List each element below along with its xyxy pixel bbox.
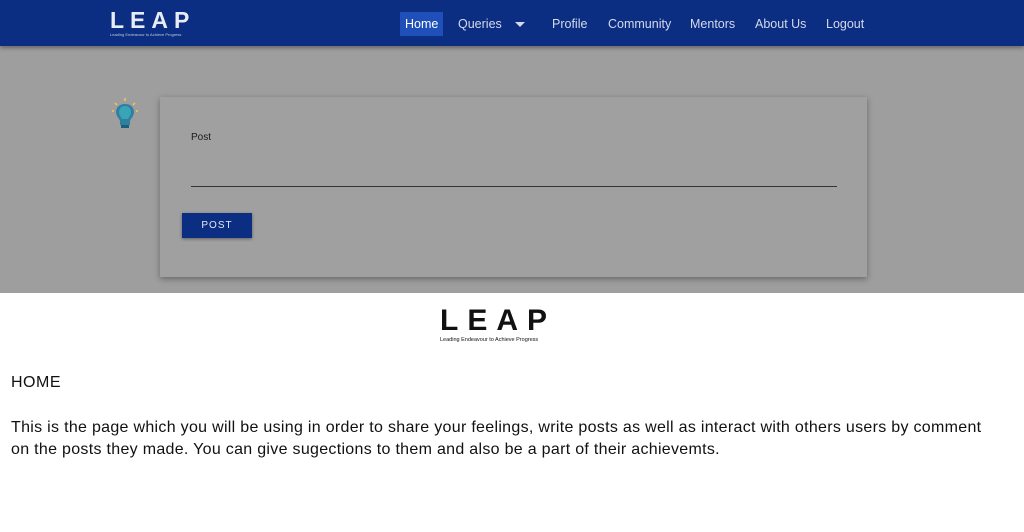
brand-name: LEAP [110,7,196,33]
doc-logo-name: LEAP [440,304,557,337]
doc-logo: LEAP Leading Endeavour to Achieve Progre… [440,305,560,347]
post-card: Post POST [160,97,867,277]
description-heading: HOME [11,374,61,391]
nav-item-queries[interactable]: Queries [458,12,502,36]
post-button[interactable]: POST [182,213,252,238]
caret-down-icon[interactable] [515,22,525,27]
nav-item-profile[interactable]: Profile [552,12,587,36]
nav-item-logout[interactable]: Logout [826,12,864,36]
nav-item-mentors[interactable]: Mentors [690,12,735,36]
post-input[interactable] [191,157,837,187]
nav-item-about-us[interactable]: About Us [755,12,806,36]
nav-item-home[interactable]: Home [400,12,444,36]
description-body: This is the page which you will be using… [11,419,982,458]
top-navbar: LEAP Leading Endeavour to Achieve Progre… [0,0,1024,46]
app-screenshot: LEAP Leading Endeavour to Achieve Progre… [0,0,1024,293]
doc-logo-tagline: Leading Endeavour to Achieve Progress [440,337,539,343]
lightbulb-head-icon [112,98,138,130]
brand-logo[interactable]: LEAP Leading Endeavour to Achieve Progre… [110,8,200,44]
post-label: Post [191,132,212,143]
nav-item-community[interactable]: Community [608,12,671,36]
